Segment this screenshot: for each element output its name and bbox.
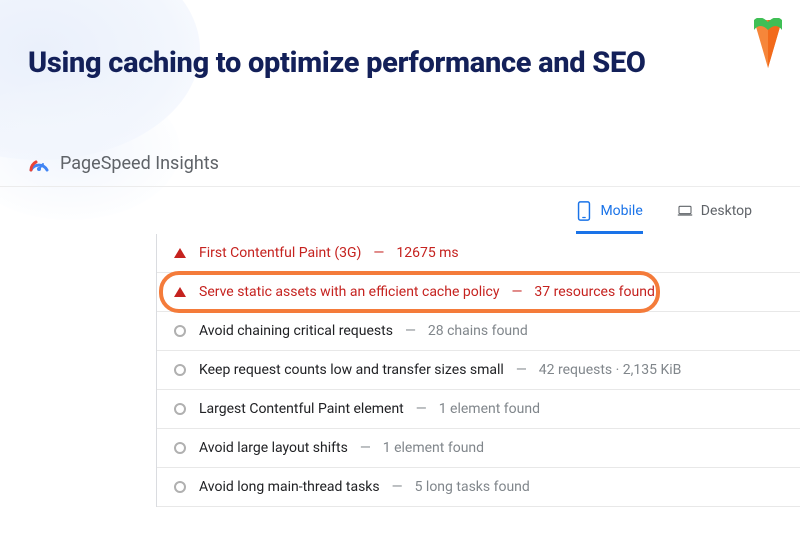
audit-row[interactable]: Keep request counts low and transfer siz…: [157, 351, 800, 390]
audit-row[interactable]: Serve static assets with an efficient ca…: [157, 273, 800, 312]
tab-desktop[interactable]: Desktop: [677, 201, 752, 234]
audit-row[interactable]: Avoid large layout shifts — 1 element foun…: [157, 429, 800, 468]
audit-label: Keep request counts low and transfer siz…: [199, 362, 504, 378]
audit-meta: 37 resources found: [534, 284, 654, 300]
audit-meta: 1 element found: [439, 401, 540, 417]
info-circle-icon: [173, 364, 187, 376]
separator: —: [511, 284, 522, 300]
warning-triangle-icon: [173, 248, 187, 258]
audit-label: Serve static assets with an efficient ca…: [199, 284, 499, 300]
audit-meta: 12675 ms: [396, 245, 458, 261]
audit-label: Largest Contentful Paint element: [199, 401, 404, 417]
audit-list: First Contentful Paint (3G) — 12675 ms Serv…: [156, 234, 800, 507]
audit-row[interactable]: Largest Contentful Paint element — 1 eleme…: [157, 390, 800, 429]
audit-row[interactable]: Avoid long main-thread tasks — 5 long task…: [157, 468, 800, 507]
audit-meta: 5 long tasks found: [415, 479, 530, 495]
audit-label: Avoid long main-thread tasks: [199, 479, 380, 495]
phone-icon: [576, 201, 592, 221]
tab-mobile[interactable]: Mobile: [576, 201, 642, 234]
audit-meta: 42 requests · 2,135 KiB: [539, 362, 682, 378]
tab-label: Desktop: [701, 203, 752, 219]
product-name: PageSpeed Insights: [60, 153, 219, 174]
page-title: Using caching to optimize performance an…: [28, 46, 772, 80]
separator: —: [392, 479, 403, 495]
info-circle-icon: [173, 403, 187, 415]
separator: —: [416, 401, 427, 417]
audit-label: Avoid chaining critical requests: [199, 323, 393, 339]
separator: —: [516, 362, 527, 378]
separator: —: [405, 323, 416, 339]
info-circle-icon: [173, 481, 187, 493]
separator: —: [373, 245, 384, 261]
pagespeed-logo-icon: [28, 152, 50, 174]
info-circle-icon: [173, 442, 187, 454]
info-circle-icon: [173, 325, 187, 337]
audit-row[interactable]: First Contentful Paint (3G) — 12675 ms: [157, 234, 800, 273]
laptop-icon: [677, 201, 693, 221]
audit-meta: 28 chains found: [428, 323, 528, 339]
audit-meta: 1 element found: [383, 440, 484, 456]
separator: —: [360, 440, 371, 456]
product-brand-bar: PageSpeed Insights: [0, 130, 800, 187]
audit-row[interactable]: Avoid chaining critical requests — 28 chai…: [157, 312, 800, 351]
tab-label: Mobile: [600, 203, 642, 219]
brand-logo-icon: [750, 18, 786, 72]
audit-label: First Contentful Paint (3G): [199, 245, 361, 261]
audit-label: Avoid large layout shifts: [199, 440, 348, 456]
warning-triangle-icon: [173, 287, 187, 297]
